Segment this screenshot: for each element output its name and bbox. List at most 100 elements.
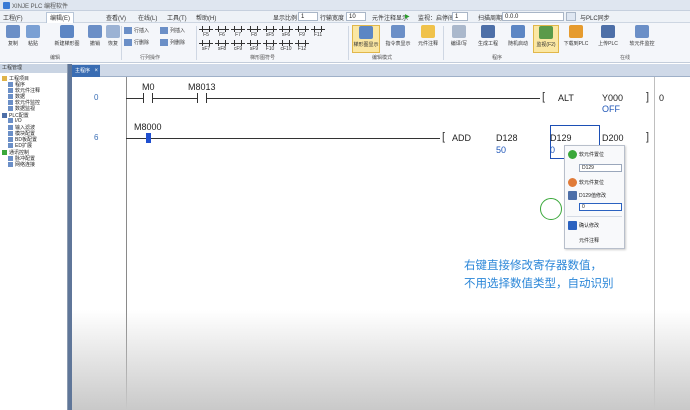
monitor-icon: [539, 26, 553, 39]
coil-icon[interactable]: F9: [295, 26, 309, 38]
project-icon: [481, 25, 495, 38]
close-icon[interactable]: ×: [94, 65, 98, 77]
title-bar: XINJE PLC 编程软件: [0, 0, 690, 11]
file-icon: [8, 162, 13, 168]
editor-tabstrip: 主程序 ×: [72, 64, 690, 77]
copy-button[interactable]: 复制: [2, 25, 24, 53]
comment-button[interactable]: 元件注释: [416, 25, 440, 53]
contact-no-icon[interactable]: F5: [199, 26, 213, 38]
apply-icon[interactable]: F12: [295, 40, 309, 52]
set-device-field[interactable]: D129: [579, 164, 622, 172]
row-insert-button[interactable]: 行插入: [124, 27, 149, 35]
window-title: XINJE PLC 编程软件: [12, 4, 69, 10]
app-icon: [3, 2, 10, 9]
list-icon: [391, 25, 405, 38]
rising-edge-icon[interactable]: sF5: [263, 26, 277, 38]
contact-label: M8000: [134, 122, 162, 132]
tree-item[interactable]: 数据监视: [8, 105, 35, 112]
scan-button[interactable]: [566, 12, 576, 21]
menu-item-reset[interactable]: 软元件复位: [579, 179, 604, 186]
menu-item-comment[interactable]: 元件注释: [579, 237, 599, 244]
contact-nc-icon[interactable]: F6: [215, 26, 229, 38]
operand-name[interactable]: D129: [550, 133, 572, 143]
instruction-list-button[interactable]: 指令表显示: [384, 25, 412, 53]
tab-main-program[interactable]: 主程序 ×: [72, 65, 100, 77]
upload-button[interactable]: 上传PLC: [594, 25, 622, 53]
download-icon: [569, 25, 583, 38]
operand-name[interactable]: D128: [496, 133, 518, 143]
selected-contact[interactable]: [146, 133, 151, 143]
menu-view[interactable]: 查看(V): [106, 13, 126, 22]
play-icon[interactable]: ▶: [405, 13, 410, 20]
menu-tools[interactable]: 工具(T): [167, 13, 187, 22]
menu-edit[interactable]: 编辑(E): [46, 12, 74, 23]
operand-name[interactable]: Y000: [602, 93, 623, 103]
operand-name[interactable]: D200: [602, 133, 624, 143]
ribbon-divider: [348, 26, 349, 60]
file-icon: [8, 143, 13, 149]
new-ladder-button[interactable]: 新建梯形图: [50, 25, 84, 53]
operand-value: OFF: [602, 104, 620, 114]
instruction-bracket-open: [: [542, 91, 546, 103]
invert-icon[interactable]: F10: [263, 40, 277, 52]
instruction-bracket-close: ]: [646, 91, 650, 103]
device-monitor-button[interactable]: 软元件监控: [626, 25, 658, 53]
paste-button[interactable]: 粘贴: [22, 25, 44, 53]
group-editmode-label: 编辑模式: [372, 55, 393, 61]
operand-value: 0: [550, 145, 556, 155]
context-menu: 软元件置位 D129 软元件复位 D129值修改 0 确认修改 元件注释: [564, 145, 625, 249]
group-rowcol-label: 行列操作: [140, 55, 161, 61]
falling-edge-icon[interactable]: sF6: [279, 26, 293, 38]
random-start-button[interactable]: 随机启动: [506, 25, 530, 53]
monitor-button[interactable]: 监视(F2): [533, 25, 559, 53]
instruction-name[interactable]: ALT: [558, 93, 574, 103]
ribbon-divider: [443, 26, 444, 60]
operand-value: 50: [496, 145, 507, 155]
instruction-icon[interactable]: F11: [311, 26, 325, 38]
group-online-label: 在线: [620, 55, 631, 61]
delete-line-icon[interactable]: cF10: [279, 40, 293, 52]
contact-no-symbol[interactable]: [143, 93, 153, 103]
compile-button[interactable]: 编译/写: [446, 25, 472, 53]
scan-label: 扫描周期: [478, 16, 503, 22]
comm-icon: [2, 150, 7, 156]
tree-item[interactable]: ED扩展: [8, 142, 32, 149]
sync-label[interactable]: 与PLC同步: [580, 13, 610, 22]
display-ratio-label: 显示比例: [273, 16, 298, 22]
menu-help[interactable]: 帮助(H): [196, 13, 216, 22]
row-width-select[interactable]: 10: [346, 12, 366, 21]
instruction-bracket-open: [: [442, 131, 446, 143]
menu-project[interactable]: 工程(F): [3, 13, 23, 22]
generate-project-button[interactable]: 生成工程: [474, 25, 502, 53]
col-delete-button[interactable]: 列删除: [160, 39, 185, 47]
bottom-fade: [72, 310, 690, 410]
modify-value-field[interactable]: 0: [579, 203, 622, 211]
monitor-input[interactable]: 1: [452, 12, 468, 21]
download-button[interactable]: 下载到PLC: [562, 25, 590, 53]
step-number: 0: [94, 93, 99, 102]
col-insert-button[interactable]: 列插入: [160, 27, 185, 35]
instruction-name[interactable]: ADD: [452, 133, 471, 143]
upload-icon: [601, 25, 615, 38]
instruction-bracket-close: ]: [646, 131, 650, 143]
menu-item-modify[interactable]: D129值修改: [579, 192, 606, 199]
menu-item-confirm[interactable]: 确认修改: [579, 222, 599, 229]
parallel-falling-icon[interactable]: sF8: [215, 40, 229, 52]
row-delete-button[interactable]: 行删除: [124, 39, 149, 47]
tree-item[interactable]: 网络连接: [8, 161, 35, 168]
menu-online[interactable]: 在线(L): [138, 13, 157, 22]
parallel-no-icon[interactable]: F7: [231, 26, 245, 38]
hline-icon[interactable]: cF9: [231, 40, 245, 52]
display-ratio-select[interactable]: 1: [298, 12, 318, 21]
ladder-icon: [60, 25, 74, 38]
vline-icon[interactable]: sF9: [247, 40, 261, 52]
parallel-rising-icon[interactable]: sF7: [199, 40, 213, 52]
ladder-view-button[interactable]: 梯形图显示: [352, 25, 380, 53]
scan-input[interactable]: 0.0.0: [502, 12, 564, 21]
rung-wire: [126, 98, 540, 99]
device-monitor-icon: [635, 25, 649, 38]
menu-item-set[interactable]: 软元件置位: [579, 151, 604, 158]
parallel-nc-icon[interactable]: F8: [247, 26, 261, 38]
contact-no-symbol[interactable]: [197, 93, 207, 103]
file-icon: [8, 118, 13, 124]
